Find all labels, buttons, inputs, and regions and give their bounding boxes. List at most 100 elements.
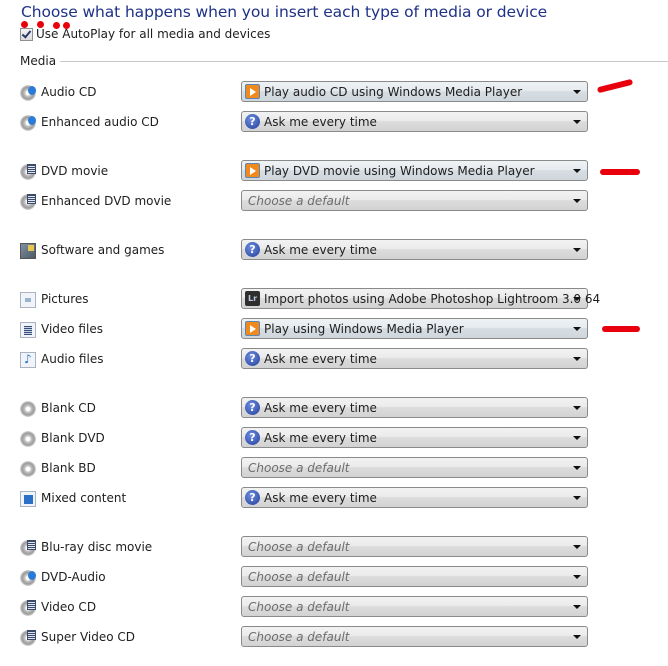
chevron-down-icon[interactable] — [573, 357, 581, 361]
dropdown-value: Choose a default — [248, 600, 350, 614]
chevron-down-icon[interactable] — [573, 169, 581, 173]
media-row: Blu-ray disc movie Choose a default — [0, 536, 668, 560]
chevron-down-icon[interactable] — [573, 436, 581, 440]
blank-disc-icon — [20, 461, 36, 477]
media-row: Mixed content? Ask me every time — [0, 487, 668, 511]
dropdown-value: Choose a default — [248, 461, 350, 475]
chevron-down-icon[interactable] — [573, 120, 581, 124]
media-type-label: Blank BD — [41, 461, 96, 475]
chevron-down-icon[interactable] — [573, 248, 581, 252]
default-action-dropdown[interactable]: Choose a default — [241, 566, 588, 587]
dvd-movie-icon — [20, 164, 36, 180]
media-type-label: Audio files — [41, 352, 104, 366]
autoplay-checkbox[interactable]: Use AutoPlay for all media and devices — [20, 27, 270, 41]
dvd-movie-icon — [20, 600, 36, 616]
default-action-dropdown[interactable]: ? Ask me every time — [241, 427, 588, 448]
media-row: Audio CD Play audio CD using Windows Medi… — [0, 81, 668, 105]
default-action-dropdown[interactable]: Play DVD movie using Windows Media Playe… — [241, 160, 588, 181]
chevron-down-icon[interactable] — [573, 605, 581, 609]
autoplay-label: Use AutoPlay for all media and devices — [36, 27, 271, 41]
media-row: Video files Play using Windows Media Play… — [0, 318, 668, 342]
chevron-down-icon[interactable] — [573, 199, 581, 203]
chevron-down-icon[interactable] — [573, 496, 581, 500]
dropdown-value: Ask me every time — [264, 352, 377, 366]
mixed-content-icon — [20, 491, 36, 507]
lightroom-icon: Lr — [245, 291, 260, 306]
windows-media-player-icon — [245, 163, 260, 178]
dropdown-value: Choose a default — [248, 540, 350, 554]
media-type-label: Super Video CD — [41, 630, 136, 644]
default-action-dropdown[interactable]: Choose a default — [241, 626, 588, 647]
audio-cd-icon — [20, 115, 36, 131]
media-type-label: Mixed content — [41, 491, 127, 505]
question-icon: ? — [245, 114, 260, 129]
media-type-label: Pictures — [41, 292, 89, 306]
media-row: Blank CD? Ask me every time — [0, 397, 668, 421]
chevron-down-icon[interactable] — [573, 575, 581, 579]
annotation-mark — [600, 169, 640, 175]
dropdown-value: Play using Windows Media Player — [264, 322, 464, 336]
page-title: Choose what happens when you insert each… — [21, 3, 548, 21]
question-icon: ? — [245, 490, 260, 505]
media-type-label: Enhanced audio CD — [41, 115, 159, 129]
chevron-down-icon[interactable] — [573, 466, 581, 470]
media-section-label: Media — [20, 54, 57, 68]
default-action-dropdown[interactable]: ? Ask me every time — [241, 239, 588, 260]
media-row: DVD movie Play DVD movie using Windows Me… — [0, 160, 668, 184]
windows-media-player-icon — [245, 321, 260, 336]
audio-cd-icon — [20, 570, 36, 586]
media-type-label: Software and games — [41, 243, 165, 257]
software-icon — [20, 243, 36, 259]
question-icon: ? — [245, 430, 260, 445]
media-type-label: Blank CD — [41, 401, 96, 415]
default-action-dropdown[interactable]: Lr Import photos using Adobe Photoshop Li… — [241, 288, 600, 309]
media-row: Enhanced audio CD ? Ask me every time — [0, 111, 668, 135]
checkbox-checked-icon[interactable] — [20, 27, 33, 41]
media-type-label: Audio CD — [41, 85, 97, 99]
dropdown-value: Choose a default — [248, 630, 350, 644]
default-action-dropdown[interactable]: ? Ask me every time — [241, 348, 588, 369]
default-action-dropdown[interactable]: Choose a default — [241, 457, 588, 478]
media-row: Audio files? Ask me every time — [0, 348, 668, 372]
dropdown-value: Ask me every time — [264, 243, 377, 257]
dropdown-value: Choose a default — [248, 570, 350, 584]
video-file-icon — [20, 322, 36, 338]
dvd-movie-icon — [20, 630, 36, 646]
audio-cd-icon — [20, 85, 36, 101]
media-section-header: Media — [20, 54, 668, 68]
blank-disc-icon — [20, 431, 36, 447]
media-type-label: Video CD — [41, 600, 97, 614]
section-divider — [60, 60, 668, 62]
default-action-dropdown[interactable]: Choose a default — [241, 596, 588, 617]
dropdown-value: Ask me every time — [264, 401, 377, 415]
dropdown-value: Ask me every time — [264, 491, 377, 505]
media-row: Blank DVD? Ask me every time — [0, 427, 668, 451]
blank-disc-icon — [20, 401, 36, 417]
dropdown-value: Choose a default — [248, 194, 350, 208]
media-row: Pictures Lr Import photos using Adobe Phot… — [0, 288, 668, 312]
default-action-dropdown[interactable]: Choose a default — [241, 536, 588, 557]
windows-media-player-icon — [245, 84, 260, 99]
media-type-label: DVD movie — [41, 164, 109, 178]
dvd-movie-icon — [20, 540, 36, 556]
chevron-down-icon[interactable] — [573, 90, 581, 94]
default-action-dropdown[interactable]: ? Ask me every time — [241, 111, 588, 132]
media-row: DVD-Audio Choose a default — [0, 566, 668, 590]
default-action-dropdown[interactable]: Play using Windows Media Player — [241, 318, 588, 339]
chevron-down-icon[interactable] — [573, 297, 581, 301]
default-action-dropdown[interactable]: Play audio CD using Windows Media Player — [241, 81, 588, 102]
default-action-dropdown[interactable]: ? Ask me every time — [241, 397, 588, 418]
chevron-down-icon[interactable] — [573, 406, 581, 410]
default-action-dropdown[interactable]: Choose a default — [241, 190, 588, 211]
dropdown-value: Import photos using Adobe Photoshop Ligh… — [264, 292, 601, 306]
question-icon: ? — [245, 351, 260, 366]
chevron-down-icon[interactable] — [573, 635, 581, 639]
question-icon: ? — [245, 400, 260, 415]
chevron-down-icon[interactable] — [573, 545, 581, 549]
media-type-label: Enhanced DVD movie — [41, 194, 172, 208]
chevron-down-icon[interactable] — [573, 327, 581, 331]
dvd-movie-icon — [20, 194, 36, 210]
default-action-dropdown[interactable]: ? Ask me every time — [241, 487, 588, 508]
media-type-label: Video files — [41, 322, 103, 336]
media-row: Enhanced DVD movie Choose a default — [0, 190, 668, 214]
